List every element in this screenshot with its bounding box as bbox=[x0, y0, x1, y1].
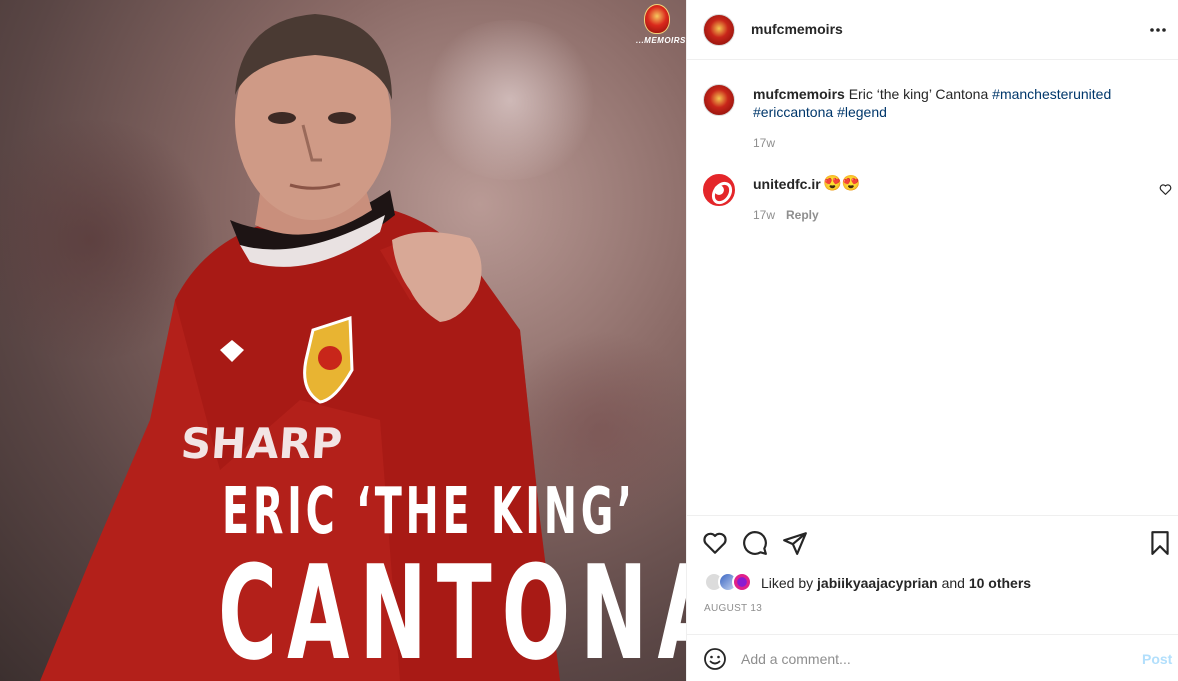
post-button[interactable]: Post bbox=[1142, 651, 1172, 667]
caption-text: mufcmemoirs Eric ‘the king’ Cantona #man… bbox=[753, 85, 1153, 121]
bookmark-icon[interactable] bbox=[1147, 530, 1173, 556]
comment-item: unitedfc.ir 😍😍 17w Reply bbox=[687, 170, 1178, 230]
post-header: mufcmemoirs bbox=[687, 0, 1178, 60]
hashtag-link[interactable]: #legend bbox=[837, 104, 887, 120]
likes-prefix: Liked by bbox=[761, 575, 814, 591]
comment-composer: Post bbox=[687, 634, 1178, 681]
crest-icon bbox=[644, 4, 670, 34]
comment-input[interactable] bbox=[741, 644, 1121, 674]
liker-avatars[interactable] bbox=[704, 572, 758, 594]
reply-button[interactable]: Reply bbox=[786, 208, 819, 222]
author-username[interactable]: mufcmemoirs bbox=[751, 21, 843, 37]
comment-text: 😍😍 bbox=[823, 175, 861, 192]
post-date[interactable]: AUGUST 13 bbox=[704, 603, 762, 614]
share-icon[interactable] bbox=[782, 530, 808, 556]
more-options-icon[interactable] bbox=[1148, 20, 1168, 40]
caption-username[interactable]: mufcmemoirs bbox=[753, 86, 845, 102]
image-headline-line2: CANTONA bbox=[218, 537, 686, 681]
shirt-sponsor: SHARP bbox=[179, 419, 343, 468]
commenter-username[interactable]: unitedfc.ir bbox=[753, 176, 821, 192]
first-liker-username[interactable]: jabiikyaajacyprian bbox=[817, 575, 938, 591]
heart-icon[interactable] bbox=[702, 530, 728, 556]
hashtag-link[interactable]: #manchesterunited bbox=[992, 86, 1111, 102]
emoji-icon[interactable] bbox=[703, 647, 727, 671]
hashtag-link[interactable]: #ericcantona bbox=[753, 104, 833, 120]
caption-time[interactable]: 17w bbox=[753, 136, 775, 150]
likes-text: Liked by jabiikyaajacyprian and 10 other… bbox=[761, 575, 1031, 591]
commenter-avatar[interactable] bbox=[703, 174, 735, 206]
likes-row: Liked by jabiikyaajacyprian and 10 other… bbox=[687, 568, 1178, 598]
post-sidebar: mufcmemoirs mufcmemoirs Eric ‘the king’ … bbox=[686, 0, 1178, 681]
club-logo: ...MEMOIRS bbox=[636, 4, 686, 50]
action-bar bbox=[687, 515, 1178, 569]
post-image: SHARP ...MEMOIRS ERIC ‘THE KING’ CANTONA bbox=[0, 0, 686, 681]
likes-conjunction: and bbox=[941, 575, 965, 591]
comment-time[interactable]: 17w bbox=[753, 208, 775, 222]
like-comment-heart-icon[interactable] bbox=[1159, 183, 1172, 196]
caption-avatar[interactable] bbox=[703, 84, 735, 116]
logo-tag: ...MEMOIRS bbox=[636, 36, 686, 45]
caption-body: Eric ‘the king’ Cantona bbox=[848, 86, 989, 102]
comment-icon[interactable] bbox=[742, 530, 768, 556]
author-avatar[interactable] bbox=[703, 14, 735, 46]
others-link[interactable]: 10 others bbox=[969, 575, 1031, 591]
liker-avatar bbox=[732, 572, 752, 592]
